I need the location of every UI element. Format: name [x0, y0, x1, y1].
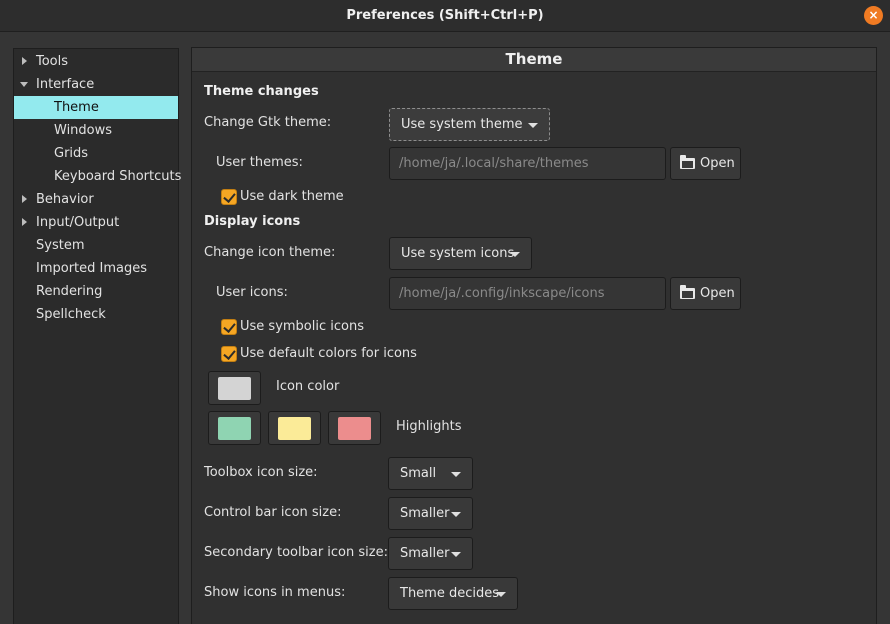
chevron-down-icon	[510, 252, 520, 257]
tree-item-label: Imported Images	[36, 261, 148, 276]
tree-item-label: Windows	[54, 123, 113, 138]
user-themes-path-field[interactable]: /home/ja/.local/share/themes	[389, 147, 666, 180]
tree-item-tools[interactable]: Tools	[14, 50, 178, 73]
toolbox-icon-size-label: Toolbox icon size:	[204, 465, 318, 480]
tree-item-label: Rendering	[36, 284, 103, 299]
window-title: Preferences (Shift+Ctrl+P)	[346, 8, 544, 23]
expander-collapsed-icon[interactable]	[20, 211, 30, 234]
chevron-down-icon	[496, 592, 506, 597]
dark-theme-label[interactable]: Use dark theme	[240, 189, 344, 204]
toolbox-icon-size-dropdown[interactable]: Small	[388, 457, 473, 490]
tree-item-interface[interactable]: Interface	[14, 73, 178, 96]
user-themes-path: /home/ja/.local/share/themes	[399, 156, 589, 171]
icon-theme-label: Change icon theme:	[204, 245, 336, 260]
symbolic-icons-checkbox[interactable]	[221, 319, 237, 335]
chevron-down-icon	[451, 552, 461, 557]
icon-color-label: Icon color	[276, 379, 340, 394]
chevron-down-icon	[451, 512, 461, 517]
tree-item-label: System	[36, 238, 85, 253]
folder-open-icon	[680, 155, 695, 169]
tree-item-label: Behavior	[36, 192, 94, 207]
tree-item-spellcheck[interactable]: Spellcheck	[14, 303, 178, 326]
theme-changes-heading: Theme changes	[204, 84, 319, 99]
folder-open-icon	[680, 285, 695, 299]
tree-item-rendering[interactable]: Rendering	[14, 280, 178, 303]
highlight-color-swatch	[218, 417, 251, 440]
expander-collapsed-icon[interactable]	[20, 50, 30, 73]
icon-color-button[interactable]	[208, 371, 261, 405]
tree-item-label: Input/Output	[36, 215, 120, 230]
gtk-theme-value: Use system theme	[401, 117, 523, 132]
secondary-toolbar-icon-size-label: Secondary toolbar icon size:	[204, 545, 388, 560]
control-bar-icon-size-value: Smaller	[400, 506, 450, 521]
tree-item-label: Keyboard Shortcuts	[54, 169, 182, 184]
open-icons-button[interactable]: Open	[670, 277, 741, 310]
gtk-theme-dropdown[interactable]: Use system theme	[389, 108, 550, 141]
chevron-down-icon	[451, 472, 461, 477]
close-button[interactable]: ×	[864, 6, 883, 25]
open-label: Open	[700, 286, 735, 301]
open-label: Open	[700, 156, 735, 171]
icon-theme-value: Use system icons	[401, 246, 515, 261]
control-bar-icon-size-dropdown[interactable]: Smaller	[388, 497, 473, 530]
tree-item-label: Spellcheck	[36, 307, 106, 322]
gtk-theme-label: Change Gtk theme:	[204, 115, 332, 130]
secondary-toolbar-icon-size-dropdown[interactable]: Smaller	[388, 537, 473, 570]
icon-color-swatch	[218, 377, 251, 400]
tree-item-input-output[interactable]: Input/Output	[14, 211, 178, 234]
tree-item-theme[interactable]: Theme	[14, 96, 178, 119]
open-themes-button[interactable]: Open	[670, 147, 741, 180]
show-icons-in-menus-value: Theme decides	[400, 586, 500, 601]
user-icons-path: /home/ja/.config/inkscape/icons	[399, 286, 605, 301]
dark-theme-checkbox[interactable]	[221, 189, 237, 205]
expander-expanded-icon[interactable]	[20, 73, 30, 96]
highlight-color-button-1[interactable]	[208, 411, 261, 445]
tree-item-label: Theme	[54, 100, 99, 115]
toolbox-icon-size-value: Small	[400, 466, 437, 481]
tree-item-keyboard-shortcuts[interactable]: Keyboard Shortcuts	[14, 165, 182, 188]
highlight-color-swatch	[278, 417, 311, 440]
tree-item-grids[interactable]: Grids	[14, 142, 178, 165]
tree-item-label: Interface	[36, 77, 95, 92]
tree-item-imported-images[interactable]: Imported Images	[14, 257, 178, 280]
tree-item-system[interactable]: System	[14, 234, 178, 257]
highlight-color-swatch	[338, 417, 371, 440]
highlight-color-button-3[interactable]	[328, 411, 381, 445]
user-themes-label: User themes:	[216, 155, 303, 170]
show-icons-in-menus-label: Show icons in menus:	[204, 585, 346, 600]
highlight-color-button-2[interactable]	[268, 411, 321, 445]
tree-item-label: Grids	[54, 146, 89, 161]
chevron-down-icon	[528, 123, 538, 128]
user-icons-path-field[interactable]: /home/ja/.config/inkscape/icons	[389, 277, 666, 310]
highlights-label: Highlights	[396, 419, 462, 434]
show-icons-in-menus-dropdown[interactable]: Theme decides	[388, 577, 518, 610]
secondary-toolbar-icon-size-value: Smaller	[400, 546, 450, 561]
tree-item-label: Tools	[36, 54, 69, 69]
icon-theme-dropdown[interactable]: Use system icons	[389, 237, 532, 270]
preferences-tree: Tools Interface Theme Windows Grids Keyb…	[13, 48, 182, 624]
panel-title: Theme	[192, 48, 876, 72]
display-icons-heading: Display icons	[204, 214, 301, 229]
tree-item-windows[interactable]: Windows	[14, 119, 178, 142]
expander-collapsed-icon[interactable]	[20, 188, 30, 211]
user-icons-label: User icons:	[216, 285, 288, 300]
theme-panel: Theme Theme changes Change Gtk theme: Us…	[191, 47, 877, 624]
control-bar-icon-size-label: Control bar icon size:	[204, 505, 342, 520]
symbolic-icons-label[interactable]: Use symbolic icons	[240, 319, 364, 334]
tree-item-behavior[interactable]: Behavior	[14, 188, 178, 211]
title-bar: Preferences (Shift+Ctrl+P) ×	[0, 0, 890, 32]
close-icon: ×	[868, 8, 879, 22]
default-colors-checkbox[interactable]	[221, 346, 237, 362]
default-colors-label[interactable]: Use default colors for icons	[240, 346, 417, 361]
